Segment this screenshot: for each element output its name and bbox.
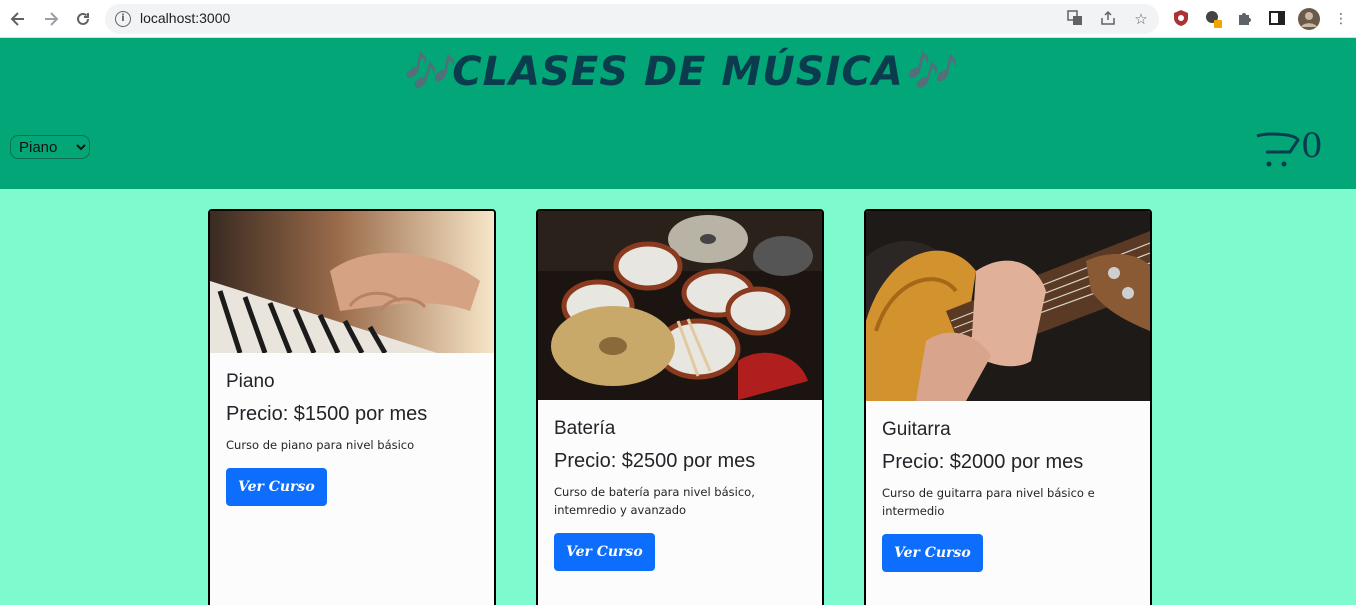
side-panel-icon[interactable] bbox=[1267, 9, 1287, 29]
extension-shield-icon[interactable] bbox=[1171, 9, 1191, 29]
course-card-bateria: Batería Precio: $2500 por mes Curso de b… bbox=[536, 209, 824, 605]
course-select[interactable]: Piano bbox=[10, 135, 90, 159]
card-body: Piano Precio: $1500 por mes Curso de pia… bbox=[226, 371, 482, 506]
url-text: localhost:3000 bbox=[140, 10, 231, 26]
star-icon[interactable]: ☆ bbox=[1131, 9, 1151, 29]
card-description: Curso de piano para nivel básico bbox=[226, 438, 415, 452]
share-icon[interactable] bbox=[1098, 9, 1118, 29]
drum-kit-photo bbox=[538, 211, 822, 400]
ver-curso-button[interactable]: Ver Curso bbox=[882, 534, 983, 572]
puzzle-icon[interactable] bbox=[1235, 9, 1255, 29]
course-card-guitarra: Guitarra Precio: $2000 por mes Curso de … bbox=[864, 209, 1152, 605]
piano-photo bbox=[210, 211, 494, 353]
back-icon[interactable] bbox=[6, 7, 30, 31]
address-bar[interactable]: i localhost:3000 ☆ bbox=[105, 4, 1159, 34]
info-icon[interactable]: i bbox=[115, 11, 131, 27]
page-title: 🎶CLASES DE MÚSICA🎶 bbox=[401, 49, 955, 95]
cart-icon[interactable]: 0 bbox=[1254, 126, 1330, 170]
translate-icon[interactable] bbox=[1065, 9, 1085, 29]
guitar-photo bbox=[866, 211, 1150, 401]
card-body: Guitarra Precio: $2000 por mes Curso de … bbox=[882, 419, 1138, 572]
forward-icon[interactable] bbox=[39, 7, 63, 31]
card-title: Piano bbox=[226, 371, 275, 392]
card-description: Curso de guitarra para nivel básico e in… bbox=[882, 486, 1095, 518]
card-title: Batería bbox=[554, 418, 616, 439]
card-description: Curso de batería para nivel básico, inte… bbox=[554, 485, 755, 517]
ver-curso-button[interactable]: Ver Curso bbox=[226, 468, 327, 506]
extension-alert-icon[interactable] bbox=[1203, 9, 1223, 29]
card-price: Precio: $2000 por mes bbox=[882, 451, 1084, 473]
cart-count: 0 bbox=[1301, 126, 1323, 166]
ver-curso-button[interactable]: Ver Curso bbox=[554, 533, 655, 571]
card-price: Precio: $1500 por mes bbox=[226, 403, 428, 425]
reload-icon[interactable] bbox=[71, 7, 95, 31]
card-price: Precio: $2500 por mes bbox=[554, 450, 756, 472]
card-title: Guitarra bbox=[882, 419, 951, 440]
site-header: 🎶CLASES DE MÚSICA🎶 Piano 0 bbox=[0, 38, 1356, 189]
card-body: Batería Precio: $2500 por mes Curso de b… bbox=[554, 418, 810, 571]
course-card-piano: Piano Precio: $1500 por mes Curso de pia… bbox=[208, 209, 496, 605]
browser-toolbar: i localhost:3000 ☆ ⋮ bbox=[0, 0, 1356, 38]
kebab-menu-icon[interactable]: ⋮ bbox=[1331, 9, 1351, 29]
profile-avatar[interactable] bbox=[1298, 8, 1320, 30]
